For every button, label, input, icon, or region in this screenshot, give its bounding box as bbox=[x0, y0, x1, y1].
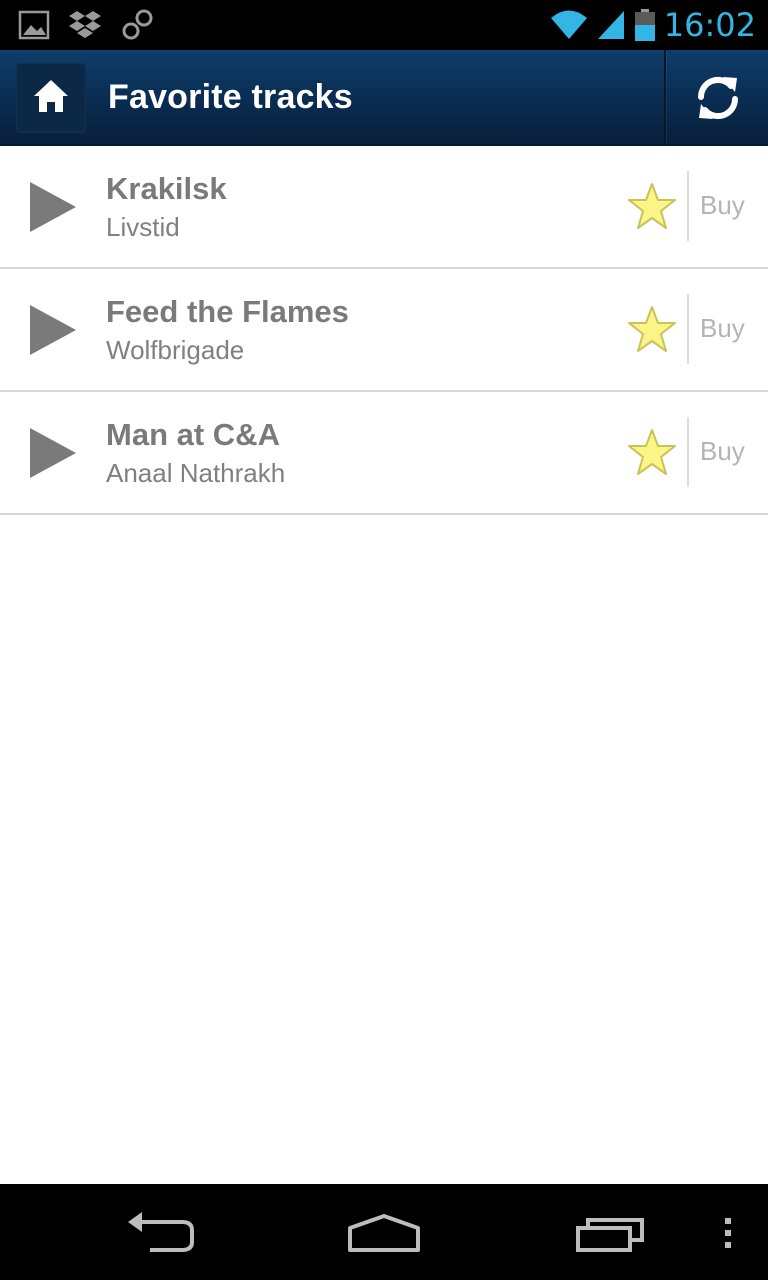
status-bar: 16:02 bbox=[0, 0, 768, 50]
track-info: Feed the Flames Wolfbrigade bbox=[106, 293, 349, 367]
track-title: Feed the Flames bbox=[106, 294, 349, 329]
play-icon[interactable] bbox=[26, 424, 80, 482]
track-title: Man at C&A bbox=[106, 417, 280, 452]
wifi-icon bbox=[550, 10, 587, 39]
track-artist: Wolfbrigade bbox=[106, 335, 245, 365]
back-icon[interactable] bbox=[110, 1184, 210, 1280]
status-time: 16:02 bbox=[663, 6, 756, 44]
system-icons: 16:02 bbox=[550, 6, 756, 44]
track-list: Krakilsk Livstid Buy Feed the Flames Wol… bbox=[0, 146, 768, 515]
action-bar: Favorite tracks bbox=[0, 50, 768, 146]
buy-button[interactable]: Buy bbox=[700, 190, 745, 221]
recents-icon[interactable] bbox=[560, 1184, 660, 1280]
buy-button[interactable]: Buy bbox=[700, 313, 745, 344]
favorite-star-icon[interactable] bbox=[626, 428, 678, 478]
track-info: Krakilsk Livstid bbox=[106, 170, 227, 244]
buy-button[interactable]: Buy bbox=[700, 436, 745, 467]
home-icon bbox=[34, 80, 68, 112]
menu-icon[interactable] bbox=[710, 1184, 746, 1280]
play-icon[interactable] bbox=[26, 301, 80, 359]
battery-icon bbox=[634, 9, 655, 41]
track-row[interactable]: Man at C&A Anaal Nathrakh Buy bbox=[0, 392, 768, 515]
row-divider bbox=[687, 417, 689, 487]
play-icon[interactable] bbox=[26, 178, 80, 236]
row-divider bbox=[687, 294, 689, 364]
track-row[interactable]: Krakilsk Livstid Buy bbox=[0, 146, 768, 269]
page-title: Favorite tracks bbox=[108, 78, 353, 116]
refresh-button[interactable] bbox=[668, 50, 768, 146]
track-artist: Livstid bbox=[106, 212, 180, 242]
track-row[interactable]: Feed the Flames Wolfbrigade Buy bbox=[0, 269, 768, 392]
home-button[interactable] bbox=[16, 63, 86, 133]
home-nav-icon[interactable] bbox=[334, 1184, 434, 1280]
row-divider bbox=[687, 171, 689, 241]
notification-icons bbox=[18, 8, 156, 42]
track-artist: Anaal Nathrakh bbox=[106, 458, 286, 488]
refresh-icon bbox=[697, 76, 739, 120]
navigation-bar bbox=[0, 1184, 768, 1280]
track-info: Man at C&A Anaal Nathrakh bbox=[106, 416, 285, 490]
favorite-star-icon[interactable] bbox=[626, 305, 678, 355]
track-title: Krakilsk bbox=[106, 171, 227, 206]
image-icon bbox=[18, 10, 50, 40]
infinity-icon bbox=[122, 9, 153, 40]
action-bar-divider bbox=[664, 50, 666, 146]
signal-icon bbox=[597, 11, 624, 39]
favorite-star-icon[interactable] bbox=[626, 182, 678, 232]
dropbox-icon bbox=[69, 11, 101, 38]
